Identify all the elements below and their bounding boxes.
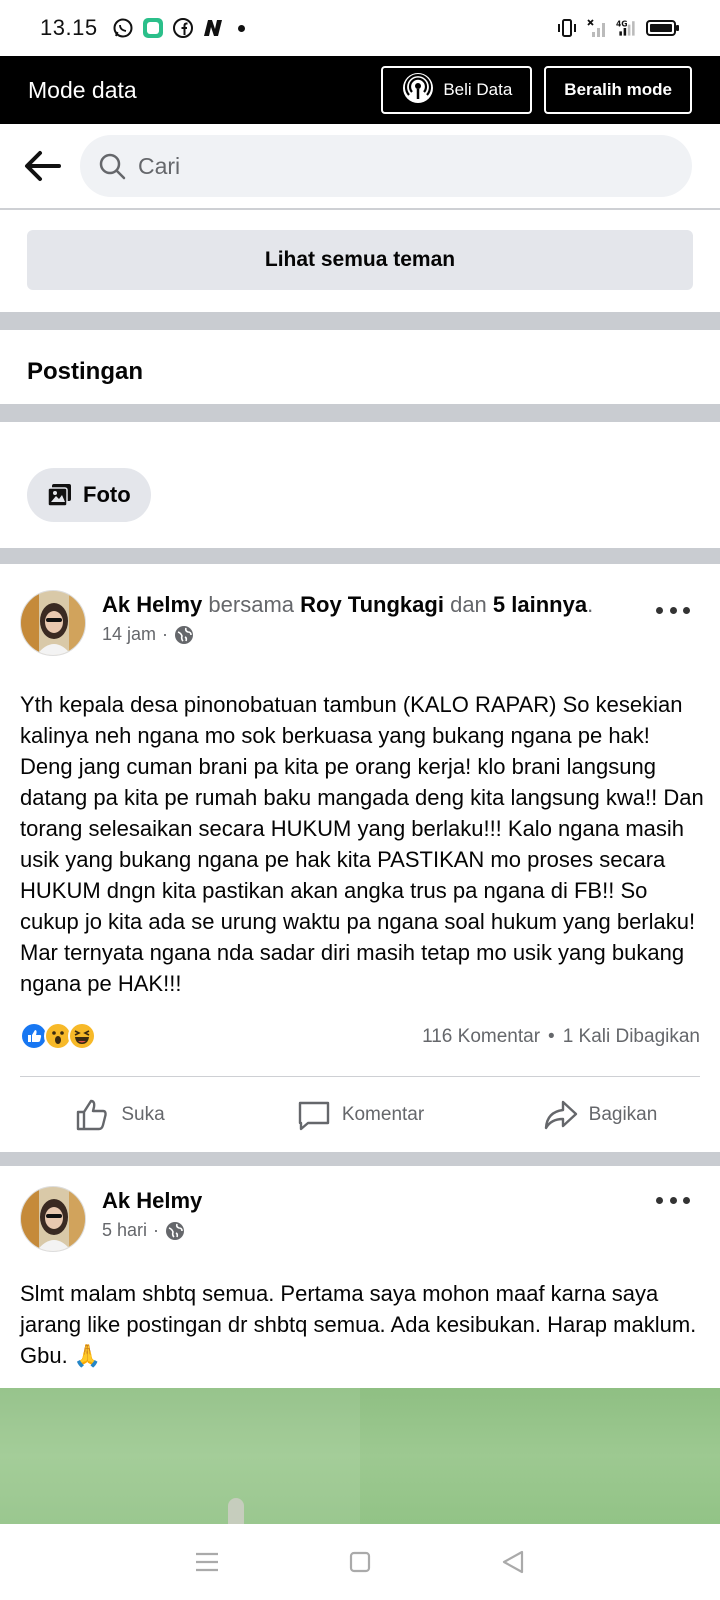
share-label: Bagikan [588, 1104, 658, 1125]
vibrate-icon [556, 17, 578, 39]
post-options-button[interactable] [656, 1190, 690, 1210]
reaction-icons[interactable] [20, 1022, 96, 1050]
post-action-bar: Suka Komentar Bagikan [0, 1080, 720, 1150]
post-title-line: Ak Helmy [102, 1186, 202, 1216]
status-time: 13.15 [40, 15, 98, 40]
avatar[interactable] [20, 1186, 86, 1252]
posts-section-title: Postingan [27, 358, 144, 385]
notification-icons [112, 17, 245, 39]
search-box[interactable] [80, 135, 692, 197]
comment-button[interactable]: Komentar [240, 1080, 480, 1150]
messenger-app-icon [142, 17, 164, 39]
n-app-icon [202, 17, 224, 39]
menu-nav-button[interactable] [187, 1542, 227, 1582]
no-signal-icon [586, 17, 608, 39]
data-mode-title: Mode data [28, 76, 137, 103]
post-meta: 5 hari · [102, 1220, 202, 1241]
and-word: dan [450, 592, 487, 617]
post-meta: 14 jam · [102, 624, 593, 645]
tagged-others[interactable]: 5 lainnya [493, 592, 587, 617]
broadcast-icon [401, 71, 435, 110]
battery-icon [646, 17, 680, 39]
4g-signal-icon: 4G [616, 17, 638, 39]
back-arrow-icon [25, 151, 61, 181]
comment-count[interactable]: 116 Komentar [422, 1026, 540, 1048]
engagement-counts: 116 Komentar • 1 Kali Dibagikan [422, 1026, 700, 1048]
haha-reaction-icon [68, 1022, 96, 1050]
post-text: Slmt malam shbtq semua. Pertama saya moh… [20, 1281, 697, 1368]
post-options-button[interactable] [656, 600, 690, 620]
globe-icon [175, 625, 194, 644]
whatsapp-icon [112, 17, 134, 39]
tagged-friend[interactable]: Roy Tungkagi [300, 592, 444, 617]
post-author-info: Ak Helmy bersama Roy Tungkagi dan 5 lain… [102, 590, 593, 656]
switch-mode-button[interactable]: Beralih mode [544, 66, 692, 114]
comment-label: Komentar [341, 1104, 425, 1125]
title-period: . [587, 592, 594, 617]
post-header: Ak Helmy 5 hari · [20, 1186, 202, 1252]
post-photo[interactable] [0, 1388, 720, 1524]
home-nav-button[interactable] [340, 1542, 380, 1582]
photo-filter-label: Foto [83, 482, 131, 507]
photo-filter-chip[interactable]: Foto [27, 468, 151, 522]
comment-icon [298, 1101, 330, 1131]
post-divider [20, 1076, 700, 1077]
avatar[interactable] [20, 590, 86, 656]
buy-data-label: Beli Data [443, 80, 513, 99]
post-title-line: Ak Helmy bersama Roy Tungkagi dan 5 lain… [102, 590, 593, 620]
svg-text:4G: 4G [616, 19, 628, 28]
back-nav-button[interactable] [493, 1542, 533, 1582]
more-notifications-dot [237, 24, 245, 32]
menu-icon [195, 1552, 218, 1572]
see-all-friends-button[interactable]: Lihat semua teman [27, 230, 693, 290]
globe-icon [166, 1221, 185, 1240]
post-author-info: Ak Helmy 5 hari · [102, 1186, 202, 1252]
buy-data-button[interactable]: Beli Data [381, 66, 533, 114]
home-square-icon [349, 1551, 371, 1573]
thumbs-up-icon [77, 1099, 108, 1131]
photos-icon [47, 484, 71, 507]
post-text: Yth kepala desa pinonobatuan tambun (KAL… [20, 692, 704, 996]
search-header [0, 124, 720, 210]
post-header: Ak Helmy bersama Roy Tungkagi dan 5 lain… [20, 590, 593, 656]
like-button[interactable]: Suka [0, 1080, 240, 1150]
section-separator [0, 548, 720, 564]
author-name[interactable]: Ak Helmy [102, 592, 202, 617]
data-mode-bar: Mode data Beli Data Beralih mode [0, 56, 720, 124]
search-input[interactable] [138, 152, 638, 180]
search-icon [99, 153, 126, 180]
section-separator [0, 312, 720, 330]
data-mode-actions: Beli Data Beralih mode [381, 66, 692, 114]
switch-mode-label: Beralih mode [564, 80, 672, 99]
with-word: bersama [208, 592, 294, 617]
author-name[interactable]: Ak Helmy [102, 1188, 202, 1213]
section-separator [0, 1152, 720, 1166]
back-triangle-icon [503, 1550, 524, 1574]
like-label: Suka [121, 1104, 165, 1125]
system-navigation-bar [0, 1524, 720, 1600]
post-time[interactable]: 5 hari [102, 1220, 147, 1241]
share-button[interactable]: Bagikan [480, 1080, 720, 1150]
share-arrow-icon [544, 1100, 577, 1130]
back-button[interactable] [20, 144, 64, 188]
status-bar: 13.15 4G [0, 0, 720, 56]
share-count[interactable]: 1 Kali Dibagikan [563, 1026, 700, 1048]
post-time[interactable]: 14 jam [102, 624, 156, 645]
section-separator [0, 404, 720, 422]
facebook-icon [172, 17, 194, 39]
system-icons: 4G [556, 17, 680, 39]
